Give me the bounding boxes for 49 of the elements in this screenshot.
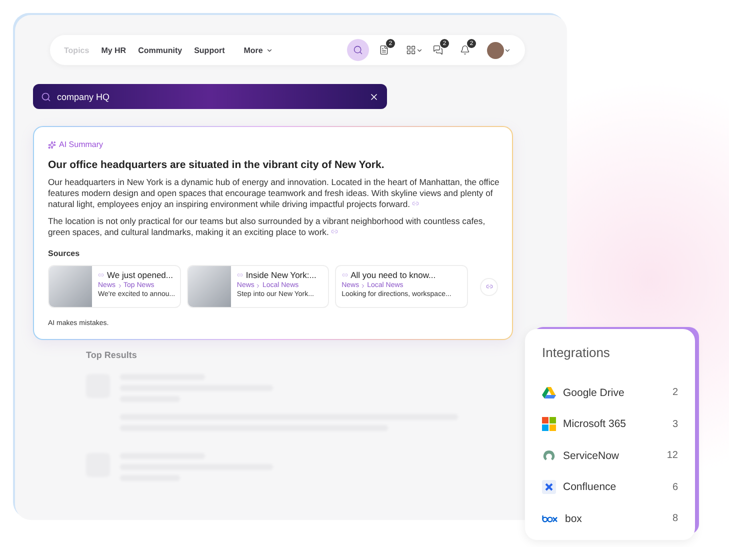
integration-name[interactable]: Google Drive (563, 386, 672, 399)
integration-name[interactable]: box (565, 512, 672, 525)
summary-paragraph: The location is not only practical for our teams but also surrounded by a vibrant neighborhood with countless cafes, green spaces, and cultural landmarks, making it an exciting place to work. (48, 216, 486, 238)
nav-link[interactable]: Community (138, 46, 182, 54)
integration-name[interactable]: ServiceNow (563, 450, 667, 462)
search-icon (41, 92, 51, 102)
apps-icon (406, 45, 416, 55)
integration-count: 3 (672, 418, 678, 430)
summary-paragraph: Our headquarters in New York is a dynamic hub of energy and innovation. Located in the heart of Manhattan, the office features modern design and open spaces that encourage teamwork and fresh ideas. With skyline views and plenty of natural light, employees enjoy an inspiring environment while driving impactful projects forward. (48, 177, 500, 210)
triangle-logo-icon (542, 386, 556, 400)
integration-name[interactable]: Confluence (563, 481, 672, 494)
nav-link[interactable]: Support (194, 46, 225, 54)
integration-count: 12 (666, 450, 678, 462)
nav-link[interactable]: My HR (101, 46, 126, 54)
sparkle-icon (48, 140, 56, 148)
summary-label: AI Summary (59, 140, 104, 149)
integration-count: 2 (672, 387, 678, 398)
source-title: Inside New York:... (246, 270, 316, 280)
source-title: All you need to know... (350, 270, 436, 280)
search-field[interactable]: company HQ (33, 84, 387, 109)
chat-icon (433, 45, 443, 55)
close-icon[interactable] (369, 92, 379, 102)
bell-icon (460, 45, 470, 55)
link-icon (98, 272, 104, 278)
summary-headline: Our office headquarters are situated in the vibrant city of New York. (48, 159, 386, 171)
integration-name[interactable]: Microsoft 365 (563, 418, 672, 430)
chevron-icon (116, 282, 123, 288)
chevron-icon (360, 282, 366, 288)
link-icon (331, 228, 338, 235)
cross-logo-icon (542, 480, 556, 494)
nav-link[interactable]: More (244, 46, 273, 54)
avatar (487, 42, 504, 58)
link-icon (236, 272, 243, 278)
panel-title: Integrations (542, 345, 611, 360)
box-logo-icon (542, 514, 558, 523)
ring-logo-icon (542, 448, 556, 463)
document-icon (379, 45, 389, 55)
link-icon (486, 283, 493, 290)
search-icon (353, 45, 363, 55)
integration-count: 6 (672, 482, 678, 493)
source-title: We just opened... (107, 270, 173, 280)
chevron-icon (255, 282, 262, 288)
link-icon (342, 272, 348, 278)
four-squares-logo-icon (542, 417, 556, 432)
search-button[interactable] (347, 39, 369, 61)
search-input[interactable]: company HQ (57, 92, 363, 102)
link-icon (412, 200, 420, 207)
sources-label: Sources (48, 249, 81, 258)
integration-count: 8 (672, 513, 678, 524)
